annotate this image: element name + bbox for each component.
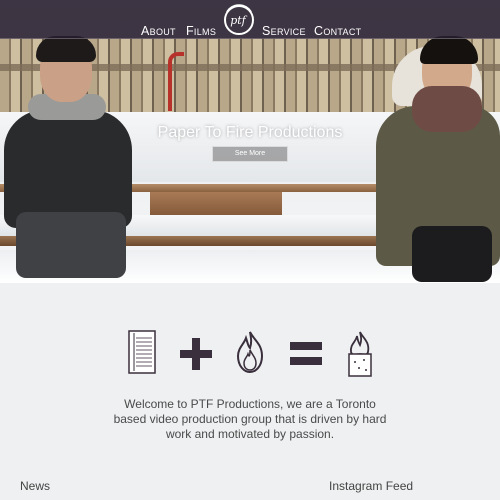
legs: [16, 212, 126, 278]
logo-text: ptf: [230, 14, 247, 27]
plus-icon: [180, 338, 212, 370]
nav-about-link[interactable]: About: [141, 24, 176, 38]
nav-service-link[interactable]: Service: [262, 24, 306, 38]
news-heading: News: [20, 479, 51, 493]
welcome-text: Welcome to PTF Productions, we are a Tor…: [113, 397, 387, 441]
navbar: About Films ptf Service Contact: [0, 0, 500, 39]
hero-image: Paper To Fire Productions See More: [0, 0, 500, 283]
see-more-button[interactable]: See More: [212, 146, 288, 162]
fire-icon: [236, 331, 264, 374]
hair: [36, 36, 96, 62]
instagram-feed-heading: Instagram Feed: [329, 479, 414, 493]
person-left: [0, 36, 140, 283]
person-right: [372, 36, 500, 283]
paper-icon: [128, 330, 156, 374]
hero-title: Paper To Fire Productions: [157, 124, 343, 141]
burning-paper-icon: [348, 331, 372, 377]
ptf-logo-icon[interactable]: ptf: [221, 3, 255, 37]
equals-icon: [290, 342, 322, 365]
legs: [412, 226, 492, 282]
equation-graphic: [124, 330, 376, 380]
hair: [420, 36, 478, 64]
nav-contact-link[interactable]: Contact: [314, 24, 361, 38]
nav-films-link[interactable]: Films: [186, 24, 216, 38]
red-sled: [168, 52, 184, 111]
